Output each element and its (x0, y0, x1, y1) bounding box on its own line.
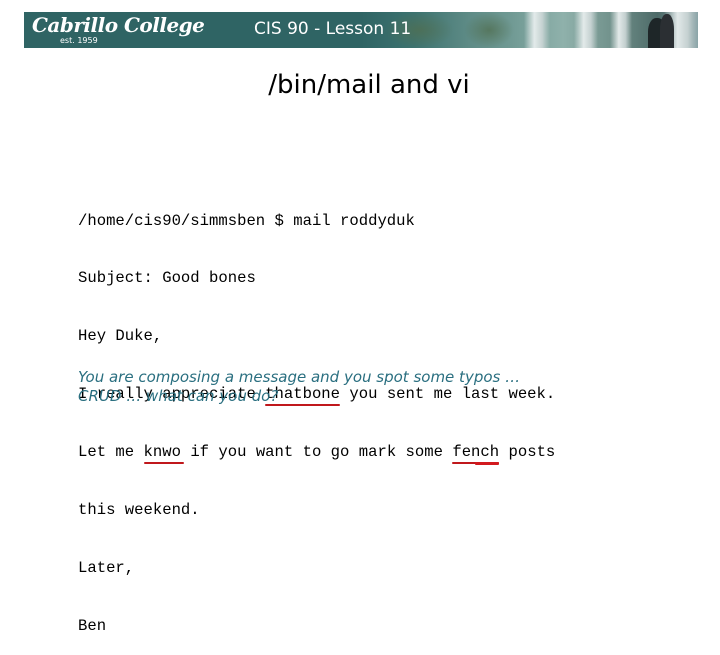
terminal-line-signature: Ben (78, 616, 107, 635)
banner-column-image (574, 12, 598, 48)
text-segment: posts (499, 443, 556, 462)
course-title: CIS 90 - Lesson 11 (254, 19, 412, 39)
terminal-line-body-2: Let me knwo if you want to go mark some … (78, 443, 556, 466)
slide-caption: You are composing a message and you spot… (78, 368, 638, 406)
text-segment: Let me (78, 443, 144, 462)
terminal-line-subject: Subject: Good bones (78, 269, 256, 288)
typo-fench: fench (452, 443, 500, 466)
slide-title: /bin/mail and vi (268, 70, 470, 100)
banner-person-image (660, 14, 674, 48)
terminal-line-signoff: Later, (78, 558, 135, 577)
terminal-line-body-3: this weekend. (78, 501, 200, 520)
typo-underline-emphasis (475, 462, 500, 466)
text-segment: if you want to go mark some (190, 443, 453, 462)
typo-knwo: knwo (143, 443, 191, 465)
header-banner: Cabrillo College est. 1959 CIS 90 - Less… (24, 12, 698, 48)
caption-line-1: You are composing a message and you spot… (78, 368, 521, 386)
caption-line-2: CRUD … what can you do? (78, 387, 279, 405)
banner-foliage-image (464, 12, 514, 48)
typo-text: knwo (143, 443, 191, 462)
terminal-line-command: /home/cis90/simmsben $ mail roddyduk (78, 211, 415, 230)
college-logo: Cabrillo College (32, 13, 205, 37)
typo-underline (143, 462, 185, 465)
terminal-line-greeting: Hey Duke, (78, 327, 163, 346)
banner-column-image (610, 12, 632, 48)
terminal-session: /home/cis90/simmsben $ mail roddyduk Sub… (78, 173, 555, 655)
banner-column-image (524, 12, 550, 48)
college-logo-est: est. 1959 (60, 36, 98, 45)
typo-text: fench (452, 443, 500, 462)
